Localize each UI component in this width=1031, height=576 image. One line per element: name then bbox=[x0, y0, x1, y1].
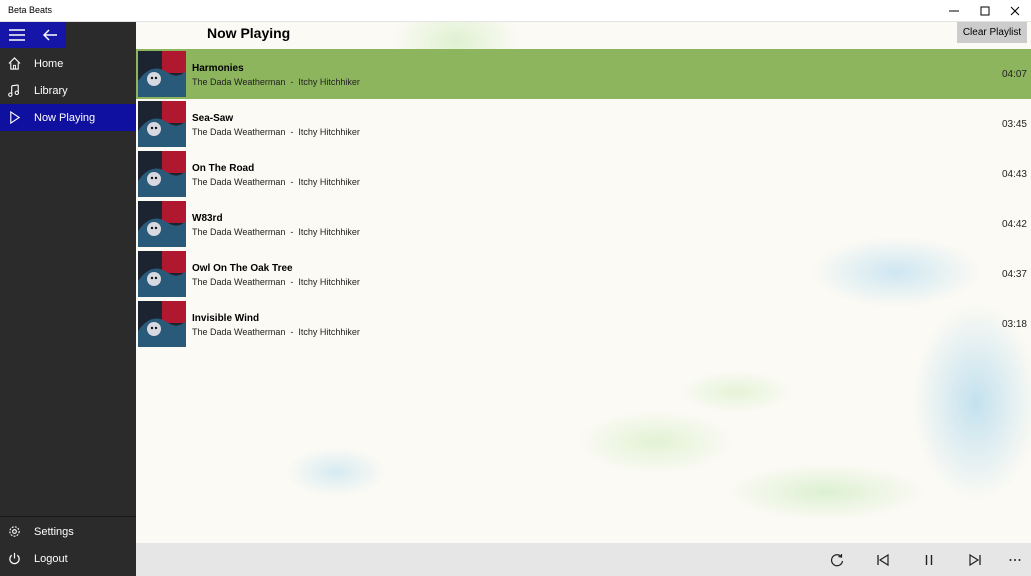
track-album: Itchy Hitchhiker bbox=[298, 127, 360, 137]
track-artist: The Dada Weatherman bbox=[192, 77, 286, 87]
track-duration: 04:43 bbox=[1001, 169, 1027, 180]
more-options-button[interactable] bbox=[1000, 543, 1030, 576]
nav-item-now-playing[interactable]: Now Playing bbox=[0, 104, 136, 131]
music-note-icon bbox=[0, 77, 28, 104]
close-icon bbox=[1010, 6, 1020, 16]
minimize-icon bbox=[949, 10, 959, 12]
track-artist: The Dada Weatherman bbox=[192, 327, 286, 337]
gear-icon bbox=[0, 518, 28, 545]
track-title: Owl On The Oak Tree bbox=[192, 263, 293, 274]
previous-button[interactable] bbox=[868, 543, 898, 576]
track-list: Harmonies The Dada Weatherman - Itchy Hi… bbox=[136, 49, 1031, 349]
clear-playlist-button[interactable]: Clear Playlist bbox=[957, 22, 1027, 43]
track-row[interactable]: W83rd The Dada Weatherman - Itchy Hitchh… bbox=[136, 199, 1031, 249]
sidebar-divider bbox=[0, 516, 136, 517]
page-title: Now Playing bbox=[207, 25, 291, 41]
back-arrow-icon bbox=[43, 29, 57, 41]
track-artist-album: The Dada Weatherman - Itchy Hitchhiker bbox=[192, 277, 360, 287]
track-row[interactable]: Sea-Saw The Dada Weatherman - Itchy Hitc… bbox=[136, 99, 1031, 149]
track-album: Itchy Hitchhiker bbox=[298, 277, 360, 287]
main-panel: Now Playing Clear Playlist Harmonies The… bbox=[136, 22, 1031, 543]
album-art bbox=[138, 201, 186, 247]
track-title: Sea-Saw bbox=[192, 113, 234, 124]
home-icon bbox=[0, 50, 28, 77]
repeat-button[interactable] bbox=[822, 543, 852, 576]
back-button[interactable] bbox=[34, 22, 66, 48]
album-art bbox=[138, 101, 186, 147]
pause-icon bbox=[925, 554, 933, 565]
hamburger-button[interactable] bbox=[0, 22, 34, 48]
playback-controls bbox=[136, 543, 1031, 576]
track-album: Itchy Hitchhiker bbox=[298, 227, 360, 237]
minimize-button[interactable] bbox=[938, 0, 970, 22]
previous-icon bbox=[877, 553, 889, 566]
more-icon bbox=[1009, 558, 1021, 561]
nav-item-logout[interactable]: Logout bbox=[0, 545, 136, 572]
repeat-icon bbox=[830, 553, 844, 566]
track-duration: 03:18 bbox=[1001, 319, 1027, 330]
track-artist-album: The Dada Weatherman - Itchy Hitchhiker bbox=[192, 327, 360, 337]
track-artist-album: The Dada Weatherman - Itchy Hitchhiker bbox=[192, 227, 360, 237]
nav-item-library[interactable]: Library bbox=[0, 77, 136, 104]
track-album: Itchy Hitchhiker bbox=[298, 77, 360, 87]
nav-item-label: Logout bbox=[34, 552, 68, 565]
maximize-button[interactable] bbox=[969, 0, 1001, 22]
hamburger-icon bbox=[9, 29, 25, 41]
album-art bbox=[138, 51, 186, 97]
sidebar-header bbox=[0, 22, 136, 48]
album-art bbox=[138, 251, 186, 297]
track-duration: 04:37 bbox=[1001, 269, 1027, 280]
play-icon bbox=[0, 104, 28, 131]
track-duration: 04:07 bbox=[1001, 69, 1027, 80]
nav-item-label: Home bbox=[34, 57, 64, 70]
album-art bbox=[138, 301, 186, 347]
track-row[interactable]: Harmonies The Dada Weatherman - Itchy Hi… bbox=[136, 49, 1031, 99]
window-title: Beta Beats bbox=[8, 5, 53, 15]
track-title: On The Road bbox=[192, 163, 255, 174]
track-row[interactable]: Owl On The Oak Tree The Dada Weatherman … bbox=[136, 249, 1031, 299]
track-album: Itchy Hitchhiker bbox=[298, 177, 360, 187]
nav-item-label: Library bbox=[34, 84, 68, 97]
track-artist: The Dada Weatherman bbox=[192, 277, 286, 287]
track-duration: 03:45 bbox=[1001, 119, 1027, 130]
track-title: Harmonies bbox=[192, 63, 244, 74]
next-icon bbox=[969, 553, 981, 566]
track-row[interactable]: On The Road The Dada Weatherman - Itchy … bbox=[136, 149, 1031, 199]
track-row[interactable]: Invisible Wind The Dada Weatherman - Itc… bbox=[136, 299, 1031, 349]
track-title: W83rd bbox=[192, 213, 223, 224]
sidebar: Home Library Now Playing Settings Logout bbox=[0, 22, 136, 576]
nav-item-label: Settings bbox=[34, 525, 74, 538]
track-album: Itchy Hitchhiker bbox=[298, 327, 360, 337]
track-artist-album: The Dada Weatherman - Itchy Hitchhiker bbox=[192, 127, 360, 137]
track-artist: The Dada Weatherman bbox=[192, 177, 286, 187]
track-title: Invisible Wind bbox=[192, 313, 260, 324]
nav-item-label: Now Playing bbox=[34, 111, 96, 124]
pause-button[interactable] bbox=[914, 543, 944, 576]
track-artist-album: The Dada Weatherman - Itchy Hitchhiker bbox=[192, 77, 360, 87]
track-artist: The Dada Weatherman bbox=[192, 227, 286, 237]
next-button[interactable] bbox=[960, 543, 990, 576]
title-bar: Beta Beats bbox=[0, 0, 1031, 22]
track-artist: The Dada Weatherman bbox=[192, 127, 286, 137]
close-button[interactable] bbox=[999, 0, 1031, 22]
power-icon bbox=[0, 545, 28, 572]
album-art bbox=[138, 151, 186, 197]
track-duration: 04:42 bbox=[1001, 219, 1027, 230]
nav-item-home[interactable]: Home bbox=[0, 50, 136, 77]
maximize-icon bbox=[980, 6, 990, 16]
track-artist-album: The Dada Weatherman - Itchy Hitchhiker bbox=[192, 177, 360, 187]
nav-item-settings[interactable]: Settings bbox=[0, 518, 136, 545]
